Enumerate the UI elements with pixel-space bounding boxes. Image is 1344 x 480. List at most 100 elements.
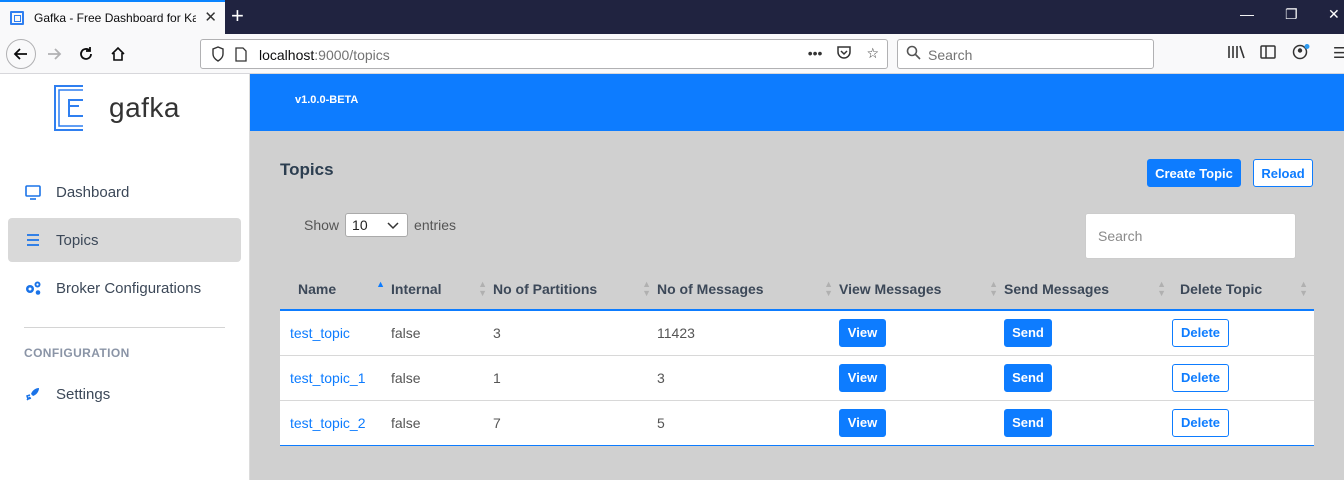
view-cell: View — [839, 355, 1004, 401]
column-header-partitions[interactable]: No of Partitions ▲ ▼ — [493, 268, 657, 311]
sort-icon: ▲ ▼ — [824, 279, 833, 298]
column-header-name[interactable]: Name ▲ — [280, 268, 391, 311]
view-button[interactable]: View — [839, 363, 886, 392]
gafka-logo-icon — [53, 84, 101, 132]
partitions-cell: 7 — [493, 400, 657, 446]
close-tab-icon[interactable]: ✕ — [204, 10, 217, 26]
entries-length-control: Show 10 entries — [304, 213, 456, 237]
send-button[interactable]: Send — [1004, 408, 1052, 437]
sidebar-item-label: Settings — [56, 385, 111, 403]
column-header-delete-topic[interactable]: Delete Topic ▲ ▼ — [1172, 268, 1314, 311]
column-label: No of Partitions — [493, 280, 598, 297]
version-label: v1.0.0-BETA — [295, 94, 359, 106]
partitions-cell: 3 — [493, 310, 657, 356]
home-icon[interactable] — [104, 40, 132, 68]
internal-cell: false — [391, 310, 493, 356]
pocket-icon[interactable] — [836, 45, 852, 63]
delete-button[interactable]: Delete — [1172, 363, 1229, 392]
library-icon[interactable] — [1227, 44, 1245, 64]
sort-icon: ▲ ▼ — [1299, 279, 1308, 298]
url-path: :9000/topics — [314, 47, 390, 63]
delete-button[interactable]: Delete — [1172, 318, 1229, 347]
monitor-icon — [24, 184, 42, 200]
minimize-icon[interactable]: — — [1240, 6, 1254, 22]
column-header-internal[interactable]: Internal ▲ ▼ — [391, 268, 493, 311]
gafka-favicon-icon — [10, 11, 24, 25]
column-header-send-messages[interactable]: Send Messages ▲ ▼ — [1004, 268, 1172, 311]
column-label: No of Messages — [657, 280, 764, 297]
sort-icon: ▲ ▼ — [1157, 279, 1166, 298]
delete-button[interactable]: Delete — [1172, 408, 1229, 437]
column-label: View Messages — [839, 280, 942, 297]
sidebar-item-settings[interactable]: Settings — [8, 372, 241, 416]
sidebar: gafka Dashboard Topics Broker Configurat… — [0, 74, 250, 480]
gafka-logo[interactable]: gafka — [53, 84, 180, 132]
topic-name-cell: test_topic_2 — [280, 400, 391, 446]
account-icon[interactable] — [1292, 44, 1310, 64]
column-header-view-messages[interactable]: View Messages ▲ ▼ — [839, 268, 1004, 311]
topic-link[interactable]: test_topic_1 — [290, 370, 366, 386]
restore-icon[interactable]: ❐ — [1285, 6, 1298, 23]
sidebar-item-label: Dashboard — [56, 183, 130, 201]
send-cell: Send — [1004, 355, 1172, 401]
create-topic-button[interactable]: Create Topic — [1147, 159, 1241, 187]
list-icon — [24, 234, 42, 246]
entries-label: entries — [414, 217, 457, 233]
sort-icon: ▲ ▼ — [642, 279, 651, 298]
sidebar-item-label: Broker Configurations — [56, 279, 202, 297]
topic-link[interactable]: test_topic — [290, 325, 350, 341]
tab-title: Gafka - Free Dashboard for Kafka — [34, 11, 196, 25]
url-bar[interactable]: localhost:9000/topics ••• ☆ — [200, 39, 888, 69]
url-host: localhost — [259, 47, 315, 63]
menu-icon[interactable]: ☰ — [1333, 44, 1344, 62]
view-button[interactable]: View — [839, 408, 886, 437]
partitions-cell: 1 — [493, 355, 657, 401]
reload-icon[interactable] — [72, 40, 100, 68]
column-header-messages[interactable]: No of Messages ▲ ▼ — [657, 268, 839, 311]
messages-cell: 3 — [657, 355, 839, 401]
view-cell: View — [839, 400, 1004, 446]
topics-table: Name ▲ Internal ▲ ▼ No of Partitions ▲ ▼ No o… — [280, 268, 1314, 446]
messages-cell: 5 — [657, 400, 839, 446]
sort-icon: ▲ ▼ — [989, 279, 998, 298]
shield-icon[interactable] — [211, 46, 225, 67]
logo-text: gafka — [109, 92, 180, 123]
table-search-placeholder: Search — [1098, 228, 1143, 244]
table-header-row: Name ▲ Internal ▲ ▼ No of Partitions ▲ ▼ No o… — [280, 268, 1314, 311]
view-button[interactable]: View — [839, 318, 886, 347]
column-label: Send Messages — [1004, 280, 1110, 297]
page-info-icon[interactable] — [235, 47, 247, 67]
table-search-input[interactable]: Search — [1085, 213, 1296, 259]
browser-nav-bar: localhost:9000/topics ••• ☆ Search ☰ — [0, 34, 1344, 74]
sidebar-item-label: Topics — [56, 231, 99, 249]
delete-cell: Delete — [1172, 400, 1314, 446]
entries-select[interactable]: 10 — [345, 213, 409, 237]
gears-icon — [24, 280, 42, 296]
sidebar-toggle-icon[interactable] — [1260, 44, 1276, 64]
bookmark-star-icon[interactable]: ☆ — [866, 45, 879, 63]
browser-search-field[interactable]: Search — [897, 39, 1154, 69]
search-icon — [906, 45, 921, 64]
back-icon[interactable] — [6, 39, 36, 69]
send-button[interactable]: Send — [1004, 363, 1052, 392]
entries-select-value: 10 — [352, 217, 368, 233]
browser-tab[interactable]: Gafka - Free Dashboard for Kafka ✕ — [0, 0, 225, 34]
table-row: test_topic false 3 11423 View Send Delet… — [280, 310, 1314, 356]
internal-cell: false — [391, 400, 493, 446]
sidebar-item-topics[interactable]: Topics — [8, 218, 241, 262]
sidebar-item-broker-configurations[interactable]: Broker Configurations — [8, 266, 241, 310]
url-text[interactable]: localhost:9000/topics — [259, 47, 390, 63]
rocket-icon — [24, 386, 42, 402]
sidebar-item-dashboard[interactable]: Dashboard — [8, 170, 241, 214]
close-window-icon[interactable]: ✕ — [1328, 6, 1340, 23]
forward-icon[interactable] — [40, 40, 68, 68]
page-title: Topics — [280, 160, 334, 179]
send-cell: Send — [1004, 400, 1172, 446]
reload-button[interactable]: Reload — [1253, 159, 1313, 187]
new-tab-icon[interactable]: + — [231, 3, 244, 29]
topic-link[interactable]: test_topic_2 — [290, 415, 366, 431]
send-button[interactable]: Send — [1004, 318, 1052, 347]
send-cell: Send — [1004, 310, 1172, 356]
page-actions-icon[interactable]: ••• — [808, 45, 823, 63]
sort-ascending-icon: ▲ — [376, 279, 385, 289]
